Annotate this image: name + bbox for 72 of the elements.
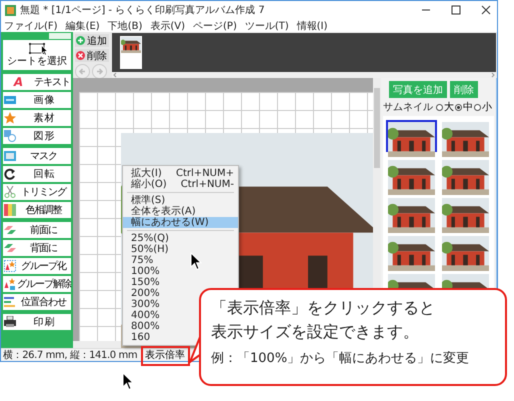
menu-item[interactable]: 拡大(I) Ctrl+NUM+ — [123, 168, 238, 179]
tool-button[interactable]: 素 材 — [3, 110, 71, 126]
maximize-icon[interactable] — [449, 5, 463, 15]
menu-item[interactable]: 下地(B) — [108, 18, 142, 32]
tool-button[interactable]: 背面に — [3, 240, 71, 256]
image-icon — [4, 94, 16, 106]
tool-button[interactable]: グループ解除 — [3, 276, 71, 292]
close-icon[interactable] — [479, 5, 493, 15]
callout-text: 「表示倍率」をクリックすると — [211, 297, 436, 319]
menu-item[interactable]: 75% — [123, 255, 238, 266]
group-icon — [4, 260, 16, 272]
color-icon — [4, 204, 16, 216]
size-readout: 横：26.7 mm, 縦：141.0 mm — [2, 348, 138, 362]
add-page-button[interactable]: 追加 — [75, 34, 109, 47]
tool-button[interactable]: トリミング — [3, 184, 71, 200]
shape-icon — [4, 130, 16, 142]
front-icon — [4, 224, 16, 236]
cursor-icon — [122, 372, 134, 391]
menu-item[interactable]: 表示(V) — [150, 18, 186, 32]
menu-item[interactable]: 25%(Q) — [123, 233, 238, 244]
tool-button[interactable]: 位置合わせ — [3, 294, 71, 310]
menu-item[interactable]: 50%(H) — [123, 244, 238, 255]
menu-item[interactable]: 編集(E) — [66, 18, 100, 32]
tool-button[interactable]: A テキスト — [3, 74, 71, 90]
app-icon — [5, 4, 16, 16]
size-radio[interactable]: 中 — [455, 100, 473, 114]
menu-item[interactable]: ツール(T) — [244, 18, 289, 32]
tool-button[interactable]: 印 刷 — [3, 314, 71, 330]
page-thumbnail[interactable] — [120, 36, 142, 69]
select-sheet-button[interactable]: シートを選択 — [3, 40, 71, 70]
tool-button[interactable]: 色相調整 — [3, 202, 71, 218]
delete-page-button[interactable]: 削除 — [75, 49, 109, 62]
menu-item[interactable]: 情報(I) — [296, 18, 328, 32]
selection-rectangle-icon — [28, 42, 46, 54]
plus-icon — [76, 36, 85, 45]
menu-item[interactable]: 縮小(O) Ctrl+NUM- — [123, 179, 238, 190]
badge-icon — [49, 33, 71, 39]
thumbnail-label: サムネイル — [383, 101, 433, 114]
scrollbar-thumb[interactable] — [374, 88, 380, 168]
callout-text: 例：「100%」から「幅にあわせる」に変更 — [211, 350, 470, 368]
tool-button[interactable]: グループ化 — [3, 258, 71, 274]
menu-item[interactable]: ファイル(F) — [4, 18, 58, 32]
ungroup-icon — [4, 278, 16, 290]
star-icon — [4, 112, 16, 124]
menu-item[interactable]: 150% — [123, 277, 238, 288]
cursor-icon — [41, 45, 48, 56]
tool-button[interactable]: マスク — [3, 148, 71, 164]
letter-icon: A — [4, 75, 33, 89]
mask-icon — [4, 150, 16, 162]
zoom-button[interactable]: 表示倍率 — [145, 350, 186, 360]
back-icon — [4, 242, 16, 254]
close-icon — [76, 51, 85, 60]
callout-text: 表示サイズを設定できます。 — [211, 321, 420, 343]
tool-button[interactable]: 前面に — [3, 222, 71, 238]
scissors-icon — [4, 186, 16, 198]
menu-item[interactable]: 100% — [123, 266, 238, 277]
print-icon — [4, 316, 16, 328]
menu-item[interactable]: 標準(S) — [123, 195, 238, 206]
highlight-frame — [141, 346, 190, 366]
tool-button[interactable]: 画 像 — [3, 92, 71, 108]
tool-button[interactable]: 回 転 — [3, 166, 71, 182]
menu-item[interactable]: 全体を表示(A) — [123, 206, 238, 217]
align-icon — [4, 296, 16, 308]
window-title: 無題 * [1/1ページ] - らくらく印刷写真アルバム作成 7 — [20, 4, 266, 17]
tool-button[interactable]: 図 形 — [3, 128, 71, 144]
size-radio[interactable]: 大 — [436, 100, 454, 114]
menu-item[interactable]: 幅にあわせる(W) — [123, 217, 238, 228]
size-radio[interactable]: 小 — [474, 100, 492, 114]
photo-placeholder — [121, 37, 141, 53]
cursor-icon — [190, 252, 202, 271]
menu-item[interactable]: ページ(P) — [193, 18, 237, 32]
rotate-icon — [4, 168, 16, 180]
